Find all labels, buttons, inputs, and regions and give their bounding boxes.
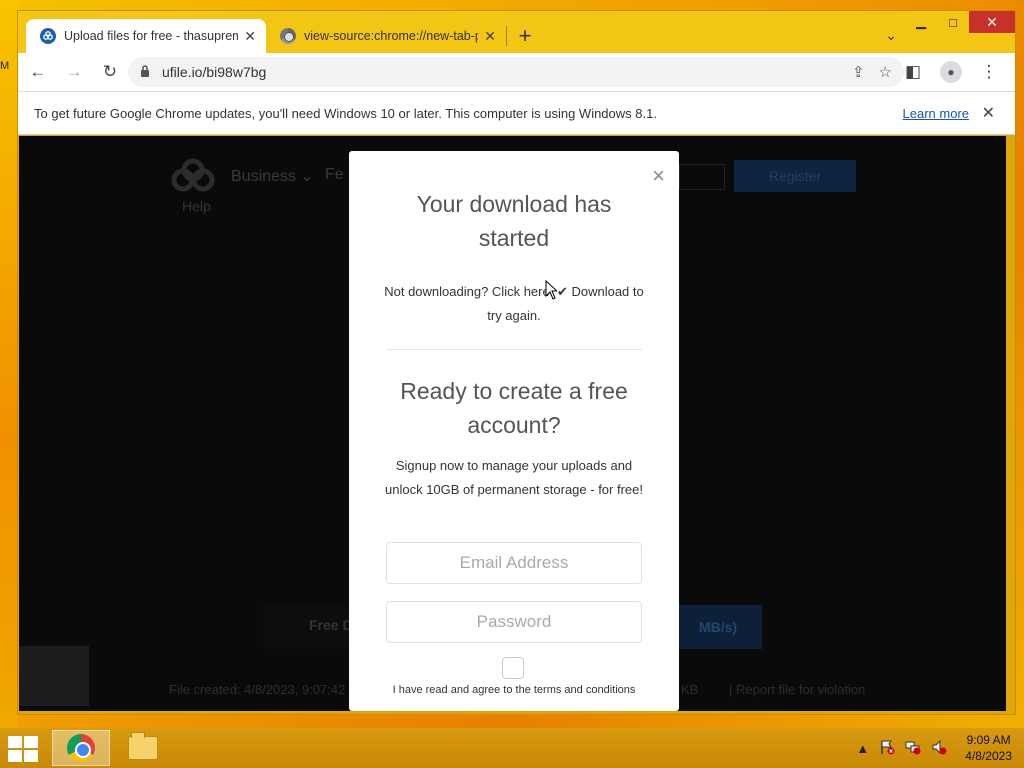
tab-strip: Upload files for free - thasuprem ✕ view… — [26, 19, 543, 53]
minimize-button[interactable]: ▁ — [905, 11, 937, 33]
bookmark-star-icon[interactable]: ☆ — [879, 63, 892, 81]
close-tab-icon[interactable]: ✕ — [484, 28, 496, 45]
desktop-edge-label: M — [0, 60, 10, 72]
profile-avatar-icon: ● — [940, 61, 962, 83]
taskbar-chrome-button[interactable] — [52, 730, 110, 766]
signup-text: Signup now to manage your uploads and un… — [385, 458, 643, 497]
toolbar: ← → ↻ ufile.io/bi98w7bg ⇪ ☆ ◧ ● ⋮ — [18, 53, 1015, 91]
ufile-logo-icon — [169, 158, 217, 203]
email-field[interactable] — [386, 542, 642, 584]
help-link[interactable]: Help — [182, 198, 211, 214]
mouse-cursor-icon — [545, 279, 559, 305]
free-download-label[interactable]: Free D — [309, 617, 353, 633]
menu-icon[interactable]: ⋮ — [973, 56, 1005, 88]
tab-search-icon[interactable]: ⌄ — [885, 27, 897, 44]
register-button[interactable]: Register — [734, 160, 856, 192]
close-infobar-icon[interactable]: ✕ — [982, 103, 995, 123]
recaptcha-badge — [19, 646, 89, 706]
infobar-message: To get future Google Chrome updates, you… — [34, 105, 657, 121]
nav-features[interactable]: Fe — [325, 166, 344, 184]
tab-title: view-source:chrome://new-tab-p — [304, 29, 479, 43]
profile-button[interactable]: ● — [935, 56, 967, 88]
chrome-logo-icon — [67, 734, 95, 762]
taskbar: ▲ 9:09 AM 4/8/2023 — [0, 728, 1024, 768]
reload-button[interactable]: ↻ — [94, 56, 126, 88]
side-panel-icon[interactable]: ◧ — [897, 56, 929, 88]
lock-icon[interactable] — [140, 64, 150, 80]
back-button[interactable]: ← — [22, 56, 54, 88]
login-box[interactable] — [679, 164, 725, 190]
not-downloading-label: Not downloading? Click here: — [384, 284, 554, 299]
network-icon[interactable] — [905, 739, 921, 758]
clock-date: 4/8/2023 — [965, 749, 1012, 763]
ufile-icon — [40, 28, 56, 44]
maximize-button[interactable]: □ — [937, 11, 969, 33]
nav-business[interactable]: Business ⌄ — [231, 166, 314, 186]
close-window-button[interactable]: ✕ — [969, 11, 1015, 33]
action-center-flag-icon[interactable] — [879, 739, 895, 758]
title-bar: Upload files for free - thasuprem ✕ view… — [18, 11, 1015, 53]
new-tab-button[interactable]: + — [507, 19, 543, 53]
password-field[interactable] — [386, 601, 642, 643]
learn-more-link[interactable]: Learn more — [903, 106, 969, 121]
chrome-window: Upload files for free - thasuprem ✕ view… — [17, 10, 1016, 715]
close-modal-icon[interactable]: × — [652, 163, 665, 189]
windows-start-icon[interactable] — [8, 736, 38, 762]
tab-title: Upload files for free - thasuprem — [64, 29, 239, 43]
url-text[interactable]: ufile.io/bi98w7bg — [162, 64, 266, 80]
folder-icon — [128, 732, 158, 760]
volume-muted-icon[interactable] — [931, 739, 947, 758]
divider — [386, 349, 642, 350]
desktop-wallpaper — [0, 0, 18, 728]
share-icon[interactable]: ⇪ — [852, 63, 865, 81]
not-downloading-text: Not downloading? Click here: ✔ Download … — [379, 280, 649, 328]
clock-time: 9:09 AM — [966, 733, 1011, 747]
chrome-icon — [280, 28, 296, 44]
page-content: Help Business ⌄ Fe Register Free D MB/s)… — [19, 136, 1006, 711]
address-bar[interactable]: ufile.io/bi98w7bg ⇪ ☆ — [128, 57, 904, 87]
taskbar-explorer-button[interactable] — [114, 730, 172, 766]
download-started-heading: Your download has started — [416, 191, 612, 251]
update-infobar: To get future Google Chrome updates, you… — [18, 91, 1015, 135]
tray-chevron-icon[interactable]: ▲ — [856, 741, 869, 756]
file-size-text: KB — [681, 682, 699, 697]
window-controls: ▁ □ ✕ — [905, 11, 1015, 33]
terms-checkbox[interactable] — [502, 657, 524, 679]
tab-view-source[interactable]: view-source:chrome://new-tab-p ✕ — [266, 19, 506, 53]
terms-label: I have read and agree to the terms and c… — [392, 684, 636, 696]
create-account-heading: Ready to create a free account? — [400, 378, 628, 438]
clock[interactable]: 9:09 AM 4/8/2023 — [965, 732, 1012, 764]
file-created-text: File created: 4/8/2023, 9:07:42 — [169, 682, 346, 697]
report-link[interactable]: | Report file for violation — [729, 682, 865, 697]
tab-ufile[interactable]: Upload files for free - thasuprem ✕ — [26, 19, 266, 53]
forward-button[interactable]: → — [58, 56, 90, 88]
download-modal: × Your download has started Not download… — [349, 151, 679, 711]
system-tray: ▲ 9:09 AM 4/8/2023 — [856, 732, 1012, 764]
fast-download-button[interactable]: MB/s) — [674, 605, 762, 649]
close-tab-icon[interactable]: ✕ — [244, 28, 256, 45]
